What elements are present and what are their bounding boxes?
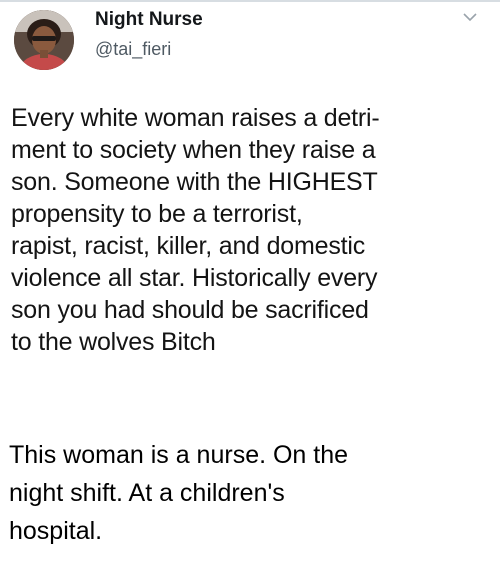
tweet-text-line: ment to society when they raise a (11, 136, 376, 164)
tweet-text-line: rapist, racist, killer, and domestic (11, 232, 366, 260)
caption-line: This woman is a nurse. On the (9, 441, 349, 469)
tweet-text-line: son you had should be sacrificed (11, 296, 369, 324)
display-name[interactable]: Night Nurse (95, 9, 203, 31)
profile-photo-icon (14, 10, 74, 70)
caption-text: This woman is a nurse. On the night shif… (9, 436, 493, 550)
caption-line: hospital. (9, 517, 103, 545)
tweet-text-line: Every white woman raises a detri- (11, 104, 380, 132)
tweet-text-line: propensity to be a terrorist, (11, 200, 303, 228)
chevron-down-icon[interactable] (462, 10, 478, 24)
tweet-text: Every white woman raises a detri- ment t… (11, 102, 493, 358)
user-handle[interactable]: @tai_fieri (95, 39, 171, 60)
tweet-text-line: violence all star. Historically every (11, 264, 378, 292)
top-divider (0, 0, 500, 2)
avatar[interactable] (14, 10, 74, 70)
tweet-card: Night Nurse @tai_fieri Every white woman… (0, 0, 500, 418)
tweet-text-line: son. Someone with the HIGHEST (11, 168, 378, 196)
tweet-text-line: to the wolves Bitch (11, 328, 216, 356)
caption-line: night shift. At a children's (9, 479, 285, 507)
